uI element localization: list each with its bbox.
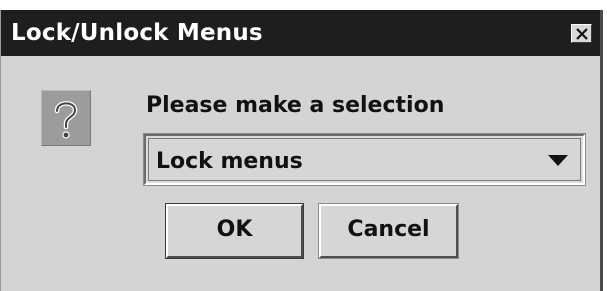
dialog-body: Please make a selection Lock menus OK Ca… <box>1 56 600 291</box>
close-button[interactable] <box>571 24 592 43</box>
question-icon <box>41 90 91 146</box>
cancel-button[interactable]: Cancel <box>318 203 459 259</box>
ok-button[interactable]: OK <box>165 203 304 259</box>
select-field[interactable]: Lock menus <box>148 138 581 181</box>
lock-option-select[interactable]: Lock menus <box>143 133 586 186</box>
prompt-label: Please make a selection <box>146 93 445 118</box>
select-value: Lock menus <box>156 149 303 174</box>
dialog-title: Lock/Unlock Menus <box>11 20 263 46</box>
chevron-down-icon[interactable] <box>548 155 568 166</box>
title-bar[interactable]: Lock/Unlock Menus <box>1 10 600 56</box>
dialog-window: Lock/Unlock Menus Please make a selectio… <box>0 10 603 291</box>
close-x-icon <box>576 28 588 40</box>
